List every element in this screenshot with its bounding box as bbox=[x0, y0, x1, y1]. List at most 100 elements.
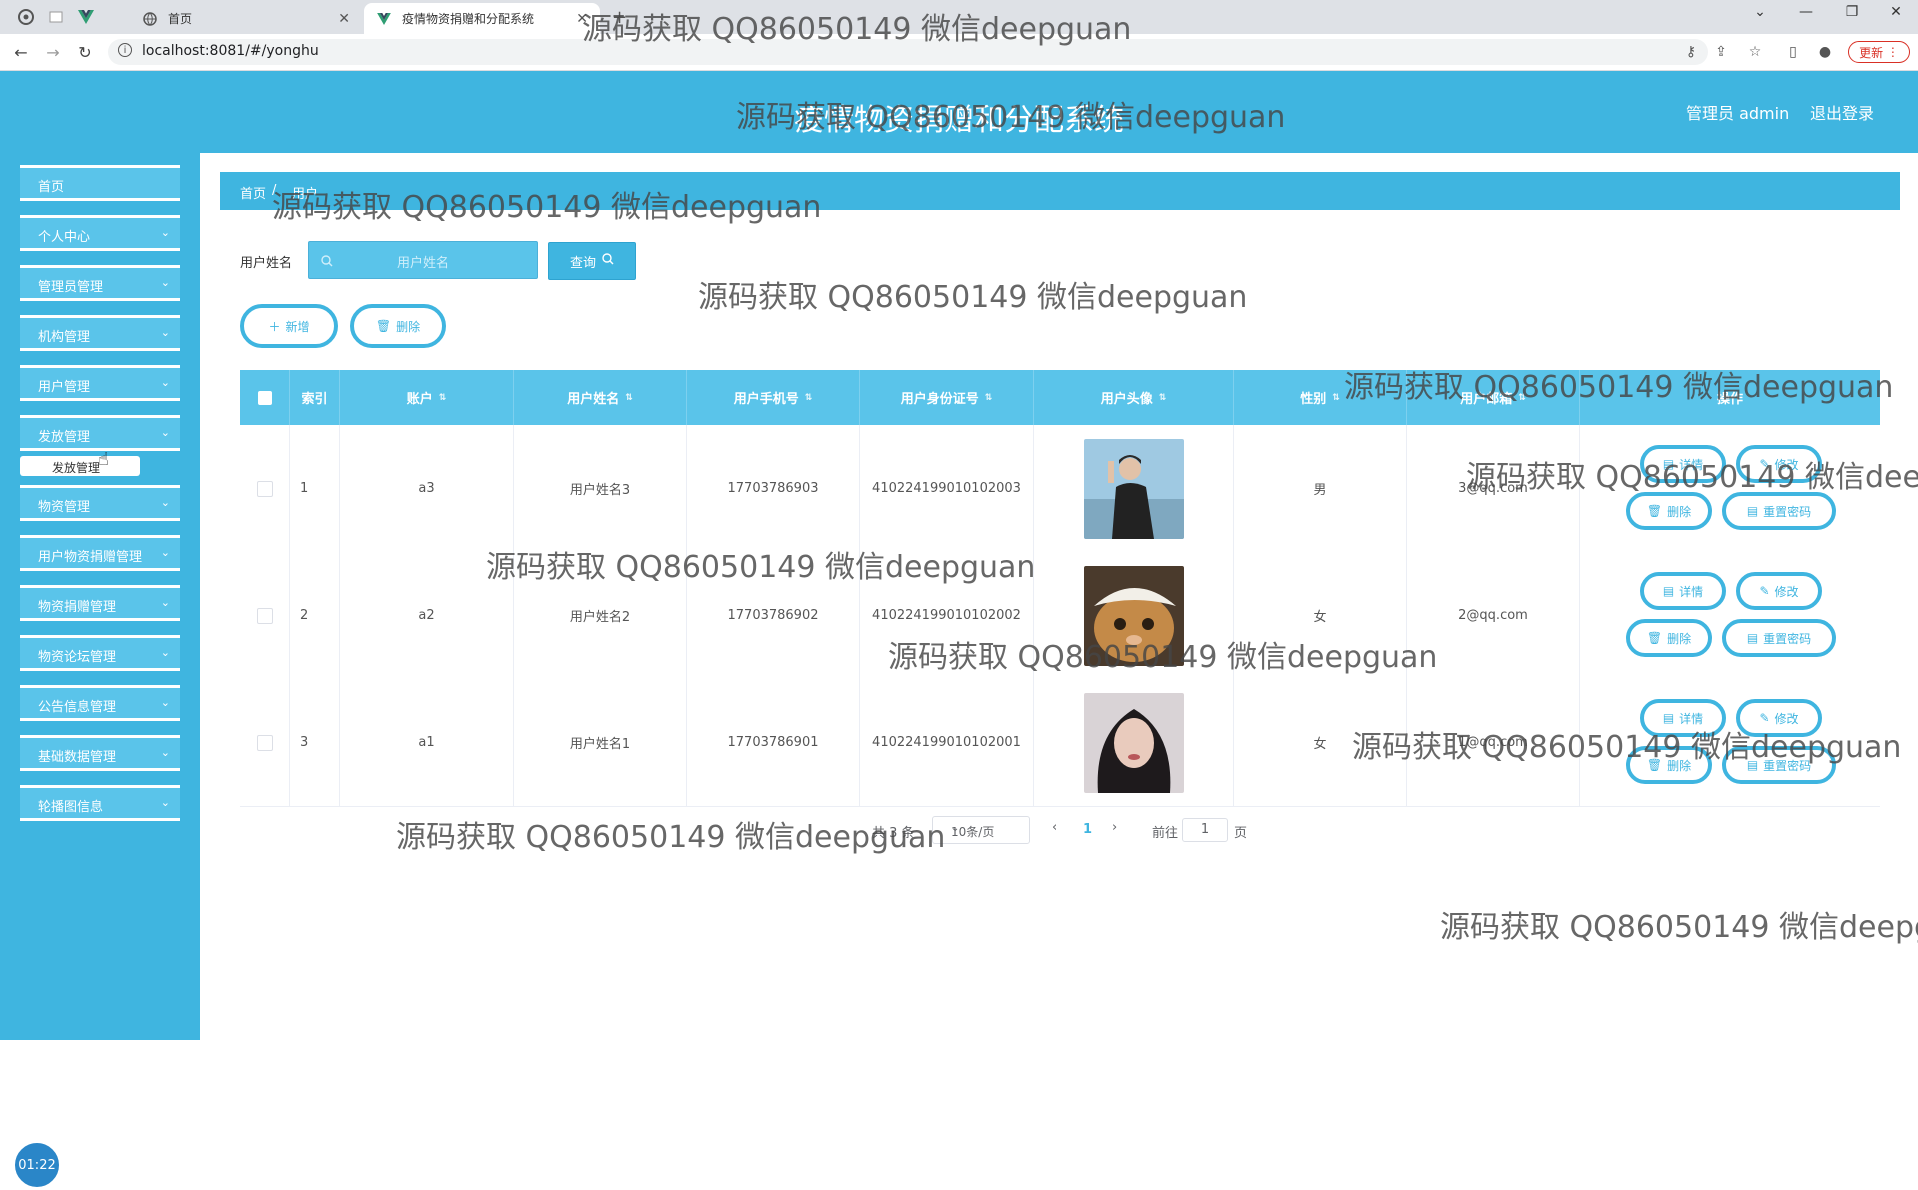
row-checkbox[interactable] bbox=[256, 607, 273, 624]
sidebar-item-announcements[interactable]: 公告信息管理 ⌄ bbox=[20, 685, 180, 721]
sort-icon[interactable]: ⇅ bbox=[1518, 393, 1526, 403]
row-select-cell[interactable] bbox=[240, 552, 290, 679]
delete-button[interactable]: 🗑 删除 bbox=[350, 304, 446, 348]
goto-page-input[interactable]: 1 bbox=[1182, 818, 1228, 842]
tab-home[interactable]: 首页 ✕ bbox=[130, 3, 362, 34]
select-all-cell[interactable] bbox=[240, 370, 290, 425]
sort-icon[interactable]: ⇅ bbox=[1159, 393, 1167, 403]
share-icon[interactable]: ⇪ bbox=[1712, 43, 1730, 61]
column-header-phone[interactable]: 用户手机号 ⇅ bbox=[687, 370, 860, 425]
sort-icon[interactable]: ⇅ bbox=[625, 393, 633, 403]
row-delete-button[interactable]: 🗑 删除 bbox=[1626, 619, 1712, 657]
column-header-idcard[interactable]: 用户身份证号 ⇅ bbox=[860, 370, 1034, 425]
select-all-checkbox[interactable] bbox=[257, 390, 272, 405]
sidepanel-icon[interactable]: ▯ bbox=[1784, 43, 1802, 61]
row-select-cell[interactable] bbox=[240, 679, 290, 806]
close-tab-icon[interactable]: ✕ bbox=[576, 11, 588, 27]
trash-icon: 🗑 bbox=[1646, 631, 1663, 645]
delete-label: 删除 bbox=[396, 319, 421, 334]
add-button[interactable]: ＋ 新增 bbox=[240, 304, 338, 348]
tab-title: 首页 bbox=[168, 12, 193, 26]
breadcrumb-home[interactable]: 首页 bbox=[240, 183, 266, 202]
info-icon[interactable]: i bbox=[118, 43, 132, 57]
sidebar-item-donations[interactable]: 物资捐赠管理 ⌄ bbox=[20, 585, 180, 621]
forward-icon[interactable]: → bbox=[42, 41, 64, 63]
key-icon[interactable]: ⚷ bbox=[1682, 43, 1700, 61]
prev-page-icon[interactable]: ‹ bbox=[1052, 820, 1057, 835]
table-row[interactable]: 2 a2 用户姓名2 17703786902 41022419901010200… bbox=[240, 552, 1880, 680]
reset-password-button[interactable]: ▤ 重置密码 bbox=[1722, 746, 1836, 784]
column-header-avatar[interactable]: 用户头像 ⇅ bbox=[1034, 370, 1234, 425]
restore-icon[interactable]: ❐ bbox=[1832, 4, 1872, 20]
edit-button[interactable]: ✎ 修改 bbox=[1736, 572, 1822, 610]
column-header-account[interactable]: 账户 ⇅ bbox=[340, 370, 514, 425]
search-input[interactable]: 用户姓名 bbox=[308, 241, 538, 279]
edit-button[interactable]: ✎ 修改 bbox=[1736, 445, 1822, 483]
column-label: 用户邮箱 bbox=[1460, 392, 1513, 407]
column-header-name[interactable]: 用户姓名 ⇅ bbox=[514, 370, 687, 425]
url-field[interactable]: i localhost:8081/#/yonghu bbox=[108, 39, 1708, 65]
reset-password-button[interactable]: ▤ 重置密码 bbox=[1722, 492, 1836, 530]
vue-icon[interactable] bbox=[74, 6, 98, 28]
new-tab-button[interactable]: + bbox=[612, 7, 627, 28]
table-row[interactable]: 3 a1 用户姓名1 17703786901 41022419901010200… bbox=[240, 679, 1880, 807]
chevron-down-icon: ⌄ bbox=[160, 276, 170, 289]
detail-button[interactable]: ▤ 详情 bbox=[1640, 445, 1726, 483]
column-header-gender[interactable]: 性别 ⇅ bbox=[1234, 370, 1407, 425]
detail-button[interactable]: ▤ 详情 bbox=[1640, 699, 1726, 737]
watermark: 源码获取 QQ86050149 微信deepguan bbox=[1440, 910, 1918, 945]
sidebar-item-carousel[interactable]: 轮播图信息 ⌄ bbox=[20, 785, 180, 821]
row-select-cell[interactable] bbox=[240, 425, 290, 552]
sidebar-item-distribution[interactable]: 发放管理 ⌄ bbox=[20, 415, 180, 451]
query-button[interactable]: 查询 bbox=[548, 242, 636, 280]
avatar[interactable] bbox=[1083, 565, 1184, 666]
row-checkbox[interactable] bbox=[256, 480, 273, 497]
column-header-ops: 操作 bbox=[1580, 370, 1880, 425]
row-delete-button[interactable]: 🗑 删除 bbox=[1626, 746, 1712, 784]
profile-icon[interactable]: ● bbox=[1816, 43, 1834, 61]
sidebar-item-admins[interactable]: 管理员管理 ⌄ bbox=[20, 265, 180, 301]
column-label: 用户手机号 bbox=[733, 392, 799, 407]
avatar[interactable] bbox=[1083, 438, 1184, 539]
blank-page-icon[interactable] bbox=[44, 6, 68, 28]
sidebar-item-profile[interactable]: 个人中心 ⌄ bbox=[20, 215, 180, 251]
edit-button[interactable]: ✎ 修改 bbox=[1736, 699, 1822, 737]
row-delete-button[interactable]: 🗑 删除 bbox=[1626, 492, 1712, 530]
sidebar-item-institutions[interactable]: 机构管理 ⌄ bbox=[20, 315, 180, 351]
browser-update-button[interactable]: 更新 ⋮ bbox=[1848, 41, 1910, 63]
detail-label: 详情 bbox=[1679, 584, 1704, 599]
sidebar-item-base-data[interactable]: 基础数据管理 ⌄ bbox=[20, 735, 180, 771]
pencil-icon: ✎ bbox=[1759, 711, 1770, 725]
minimize-icon[interactable]: — bbox=[1786, 4, 1826, 20]
trash-icon: 🗑 bbox=[1646, 504, 1663, 518]
cell-gender: 女 bbox=[1234, 552, 1407, 679]
sidebar-item-user-donations[interactable]: 用户物资捐赠管理 ⌄ bbox=[20, 535, 180, 571]
close-tab-icon[interactable]: ✕ bbox=[338, 11, 350, 27]
sort-icon[interactable]: ⇅ bbox=[1332, 393, 1340, 403]
sidebar-item-supplies[interactable]: 物资管理 ⌄ bbox=[20, 485, 180, 521]
column-header-email[interactable]: 用户邮箱 ⇅ bbox=[1407, 370, 1580, 425]
sidebar-item-forum[interactable]: 物资论坛管理 ⌄ bbox=[20, 635, 180, 671]
detail-button[interactable]: ▤ 详情 bbox=[1640, 572, 1726, 610]
sort-icon[interactable]: ⇅ bbox=[805, 393, 813, 403]
next-page-icon[interactable]: › bbox=[1112, 820, 1117, 835]
back-icon[interactable]: ← bbox=[10, 41, 32, 63]
star-icon[interactable]: ☆ bbox=[1746, 43, 1764, 61]
avatar[interactable] bbox=[1083, 692, 1184, 793]
tab-active-system[interactable]: 疫情物资捐赠和分配系统 ✕ bbox=[364, 3, 600, 34]
table-row[interactable]: 1 a3 用户姓名3 17703786903 41022419901010200… bbox=[240, 425, 1880, 553]
submenu-distribution[interactable]: 发放管理 bbox=[20, 456, 140, 476]
reload-icon[interactable]: ↻ bbox=[74, 41, 96, 63]
sidebar-item-home[interactable]: 首页 bbox=[20, 165, 180, 201]
chevron-down-icon[interactable]: ⌄ bbox=[1740, 4, 1780, 20]
page-size-select[interactable]: 10条/页 ⌄ bbox=[932, 816, 1030, 844]
row-checkbox[interactable] bbox=[256, 734, 273, 751]
close-window-icon[interactable]: ✕ bbox=[1876, 4, 1916, 20]
chrome-icon[interactable] bbox=[14, 6, 38, 28]
sort-icon[interactable]: ⇅ bbox=[985, 393, 993, 403]
sort-icon[interactable]: ⇅ bbox=[439, 393, 447, 403]
sidebar-item-users[interactable]: 用户管理 ⌄ bbox=[20, 365, 180, 401]
reset-password-button[interactable]: ▤ 重置密码 bbox=[1722, 619, 1836, 657]
logout-link[interactable]: 退出登录 bbox=[1810, 100, 1874, 124]
page-number-current[interactable]: 1 bbox=[1083, 822, 1092, 837]
